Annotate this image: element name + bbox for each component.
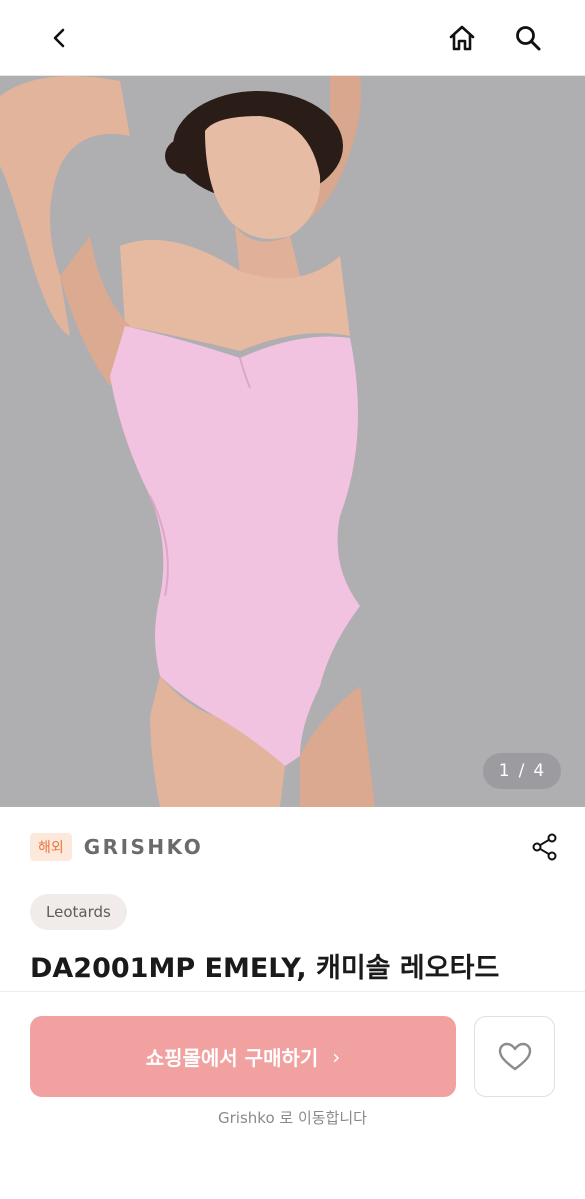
image-counter-current: 1 xyxy=(498,761,511,781)
image-counter-separator: / xyxy=(518,761,526,781)
image-counter: 1 / 4 xyxy=(483,753,561,789)
home-icon xyxy=(449,25,475,51)
product-title: DA2001MP EMELY, 캐미솔 레오타드 xyxy=(30,953,500,984)
divider xyxy=(0,991,585,992)
back-button[interactable] xyxy=(40,18,80,58)
product-image-carousel[interactable]: 1 / 4 xyxy=(0,76,585,807)
product-photo xyxy=(0,76,585,807)
brand-name[interactable]: GRISHKO xyxy=(84,835,204,859)
category-chip[interactable]: Leotards xyxy=(30,894,127,930)
search-icon xyxy=(516,26,541,51)
wishlist-button[interactable] xyxy=(474,1016,555,1097)
redirect-note: Grishko 로 이동합니다 xyxy=(218,1109,367,1127)
share-button[interactable] xyxy=(530,832,560,862)
search-button[interactable] xyxy=(508,18,548,58)
buy-at-store-button[interactable]: 쇼핑몰에서 구매하기 › xyxy=(30,1016,456,1097)
overseas-badge: 해외 xyxy=(30,833,72,861)
share-icon xyxy=(532,833,557,861)
image-counter-total: 4 xyxy=(533,761,546,781)
brand-row: 해외 GRISHKO xyxy=(30,830,560,864)
buy-button-label: 쇼핑몰에서 구매하기 xyxy=(145,1046,319,1070)
heart-icon xyxy=(498,1042,531,1070)
home-button[interactable] xyxy=(442,18,482,58)
chevron-left-icon xyxy=(53,28,65,48)
chevron-right-icon: › xyxy=(332,1044,341,1069)
top-navigation-bar xyxy=(0,0,585,76)
